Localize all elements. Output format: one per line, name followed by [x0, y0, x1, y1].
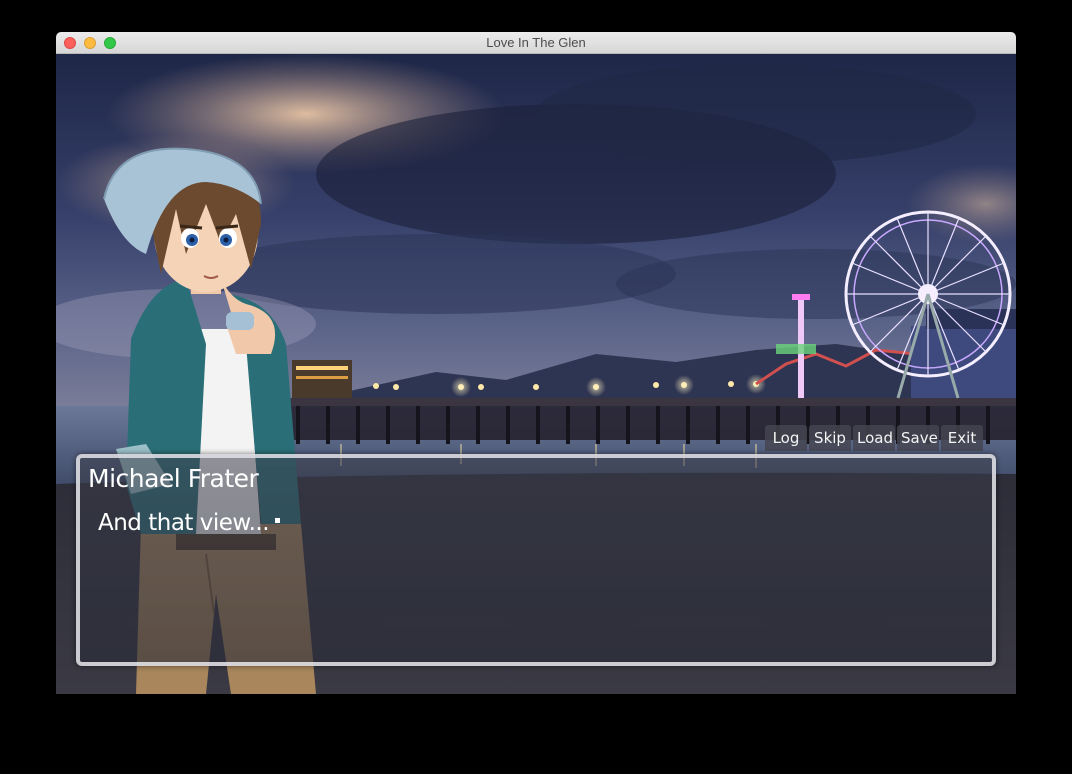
load-button[interactable]: Load [853, 425, 895, 451]
title-bar[interactable]: Love In The Glen [56, 32, 1016, 54]
speaker-name: Michael Frater [88, 464, 259, 493]
dialogue-box[interactable]: Michael Frater And that view... [76, 454, 996, 666]
click-to-continue-icon [275, 518, 281, 523]
quick-menu: Log Skip Load Save Exit [765, 425, 983, 451]
dialogue-text-wrap: And that view... [98, 510, 281, 536]
window-title: Love In The Glen [486, 35, 586, 50]
game-scene[interactable]: Log Skip Load Save Exit Michael Frater A… [56, 54, 1016, 694]
save-button[interactable]: Save [897, 425, 939, 451]
dialogue-text: And that view... [98, 510, 270, 536]
log-button[interactable]: Log [765, 425, 807, 451]
exit-button[interactable]: Exit [941, 425, 983, 451]
skip-button[interactable]: Skip [809, 425, 851, 451]
game-window: Love In The Glen Log Skip Load Save Exit… [56, 32, 1016, 694]
